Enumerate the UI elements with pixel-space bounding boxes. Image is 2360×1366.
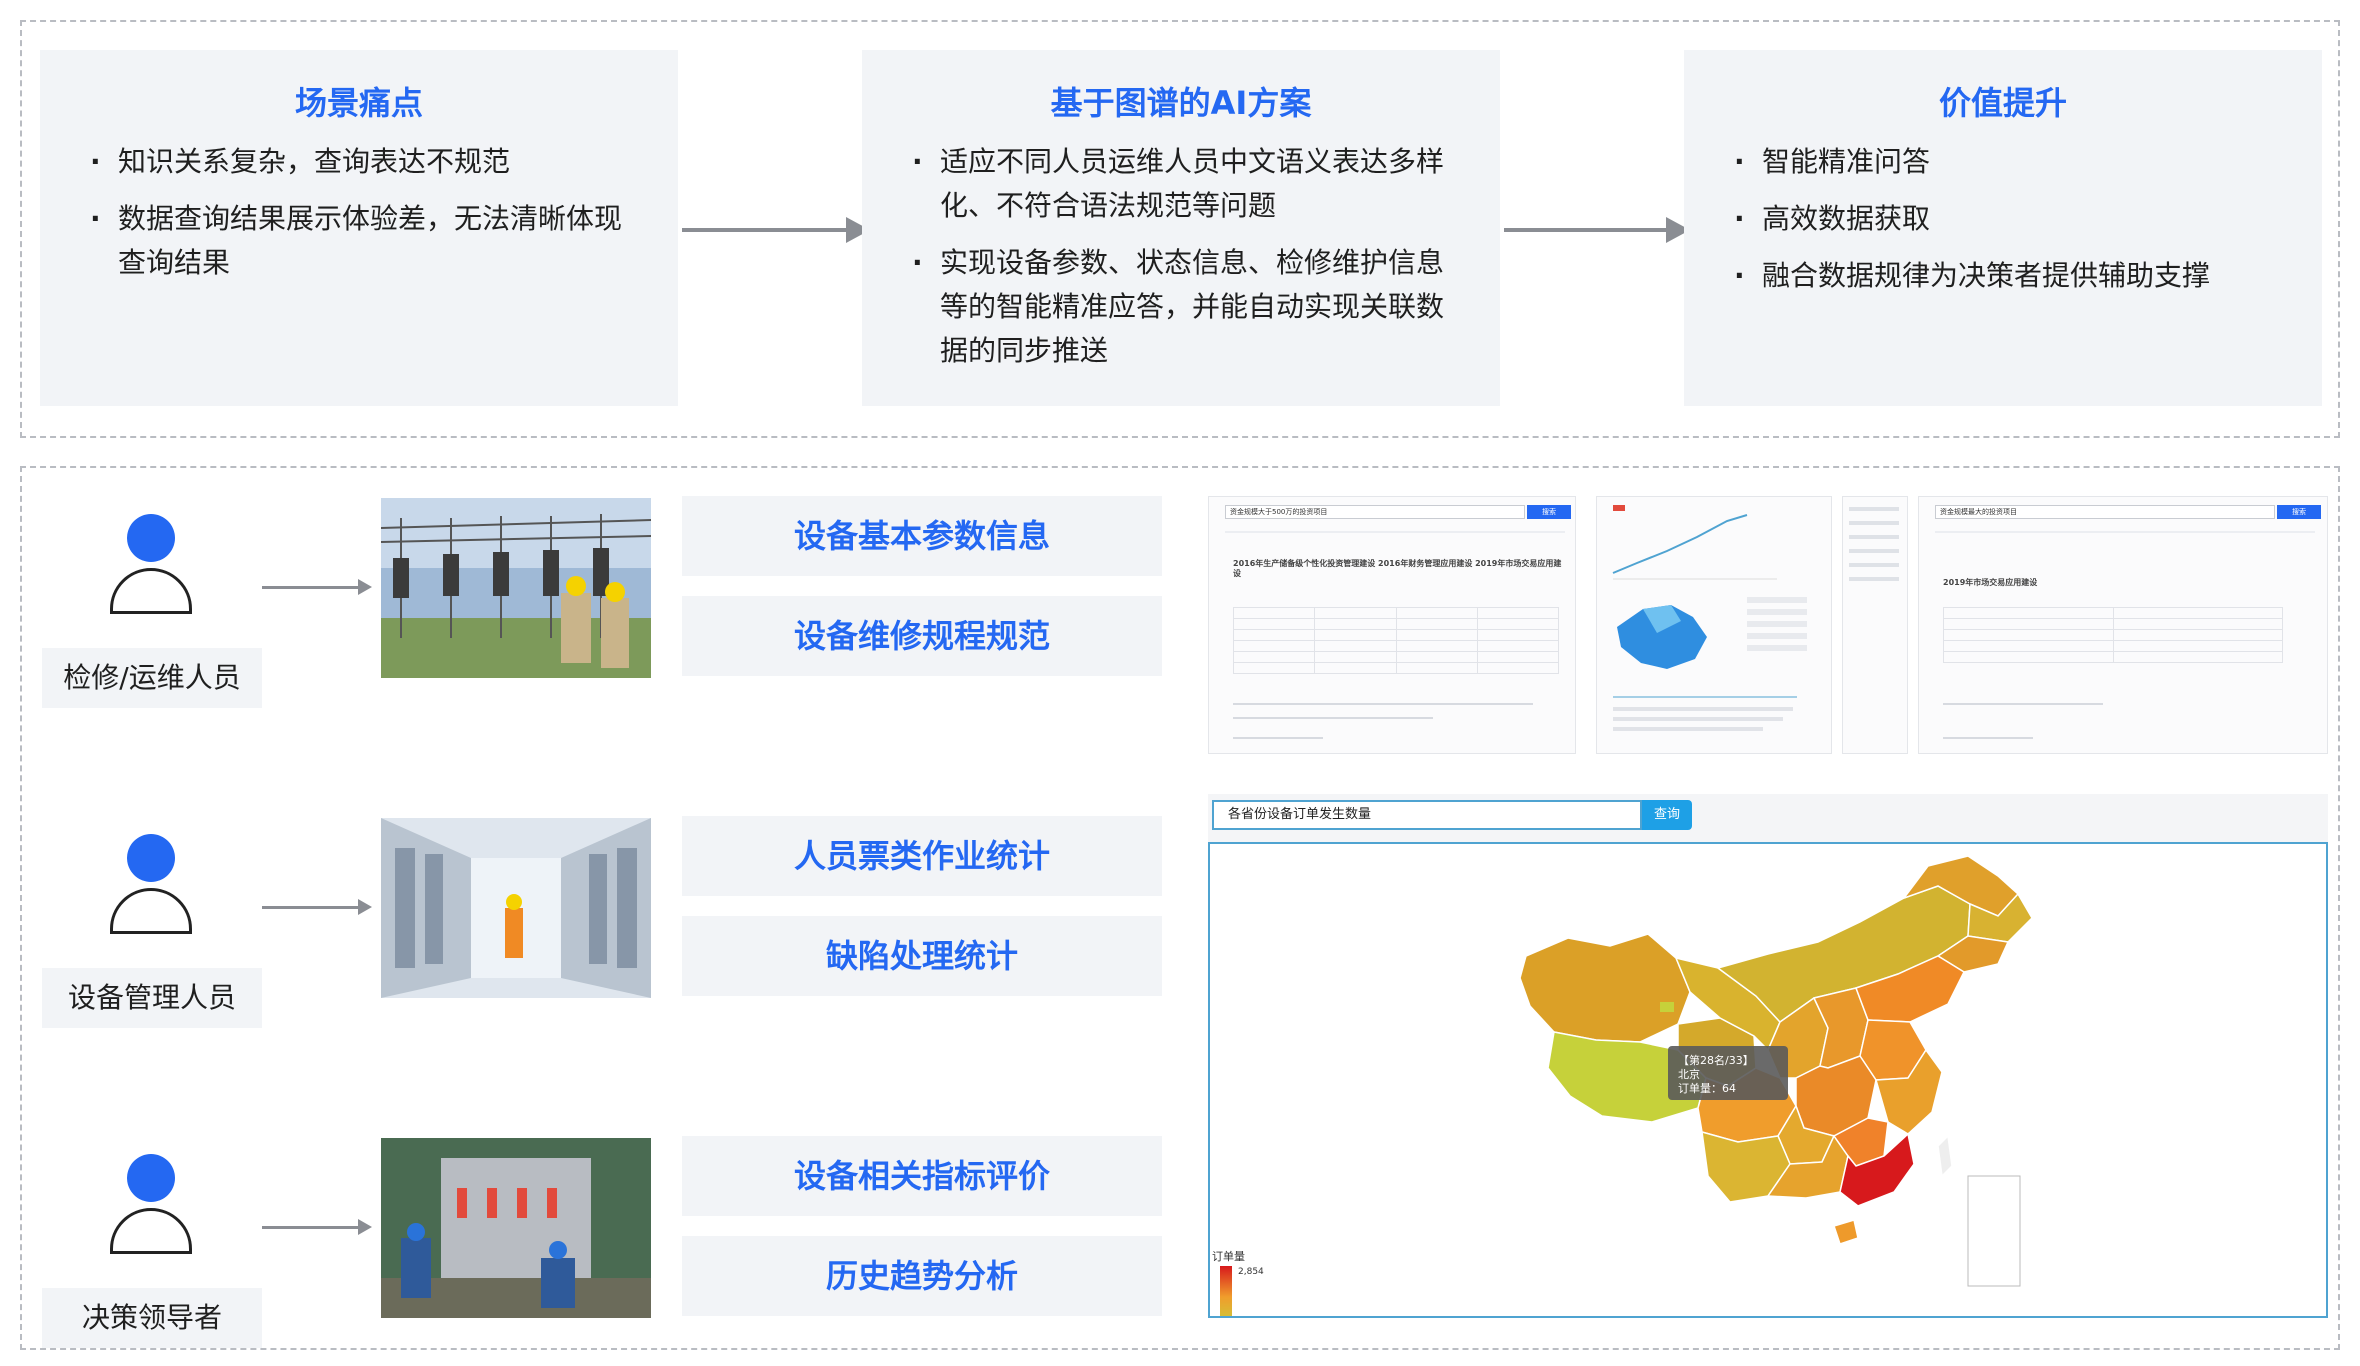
value-item: 智能精准问答 bbox=[1734, 140, 2282, 184]
solution-panel: 基于图谱的AI方案 适应不同人员运维人员中文语义表达多样化、不符合语法规范等问题… bbox=[862, 50, 1500, 406]
mini-search-input: 资金规模大于500万的投资项目 bbox=[1225, 505, 1525, 519]
south-china-sea-inset bbox=[1967, 1175, 2021, 1287]
mini-result-table bbox=[1943, 607, 2283, 663]
feature-indicator-evaluation: 设备相关指标评价 bbox=[682, 1136, 1162, 1216]
person-icon bbox=[42, 834, 262, 954]
map-search-input[interactable]: 各省份设备订单发生数量 bbox=[1212, 800, 1642, 830]
pain-points-panel: 场景痛点 知识关系复杂，查询表达不规范 数据查询结果展示体验差，无法清晰体现查询… bbox=[40, 50, 678, 406]
solution-title: 基于图谱的AI方案 bbox=[1050, 84, 1312, 122]
china-heat-map: 【第28名/33】 北京 订单量：64 订单量 2,854 64 bbox=[1212, 855, 2033, 1316]
feature-defect-statistics: 缺陷处理统计 bbox=[682, 916, 1162, 996]
qa-result-screenshot: 资金规模大于500万的投资项目 搜索 2016年生产储备级个性化投资管理建设 2… bbox=[1208, 496, 1576, 754]
map-tooltip: 【第28名/33】 北京 订单量：64 bbox=[1668, 1046, 1788, 1100]
arrow-icon bbox=[262, 899, 372, 915]
pain-point-item: 知识关系复杂，查询表达不规范 bbox=[90, 140, 638, 184]
arrow-icon bbox=[262, 579, 372, 595]
feature-trend-analysis: 历史趋势分析 bbox=[682, 1236, 1162, 1316]
tooltip-rank: 【第28名/33】 bbox=[1678, 1053, 1754, 1067]
solution-item: 实现设备参数、状态信息、检修维护信息等的智能精准应答，并能自动实现关联数据的同步… bbox=[912, 241, 1460, 373]
switchgear-room-photo bbox=[381, 818, 651, 998]
legend-title: 订单量 bbox=[1212, 1250, 1245, 1263]
mini-result-heading: 2019年市场交易应用建设 bbox=[1943, 578, 2038, 587]
role-maintenance: 检修/运维人员 bbox=[42, 514, 262, 708]
solution-item: 适应不同人员运维人员中文语义表达多样化、不符合语法规范等问题 bbox=[912, 140, 1460, 228]
feature-maintenance-rules: 设备维修规程规范 bbox=[682, 596, 1162, 676]
map-region-beijing-marker bbox=[1660, 1002, 1674, 1012]
map-region-hainan bbox=[1833, 1219, 1859, 1245]
pain-points-list: 知识关系复杂，查询表达不规范 数据查询结果展示体验差，无法清晰体现查询结果 bbox=[90, 140, 638, 298]
tooltip-name: 北京 bbox=[1678, 1067, 1700, 1081]
mini-search-button: 搜索 bbox=[1527, 505, 1571, 519]
arrow-icon bbox=[262, 1219, 372, 1235]
flow-arrow-icon bbox=[1504, 217, 1690, 243]
feature-ticket-statistics: 人员票类作业统计 bbox=[682, 816, 1162, 896]
value-item: 高效数据获取 bbox=[1734, 197, 2282, 241]
role-equipment-manager: 设备管理人员 bbox=[42, 834, 262, 1028]
mini-search-input: 资金规模最大的投资项目 bbox=[1935, 505, 2275, 519]
map-legend: 订单量 2,854 64 bbox=[1212, 1250, 1264, 1316]
mini-search-button: 搜索 bbox=[2277, 505, 2321, 519]
map-region-taiwan bbox=[1937, 1134, 1953, 1178]
mini-dashboard-graphic bbox=[1612, 505, 1807, 731]
role-label: 检修/运维人员 bbox=[42, 648, 262, 708]
flow-arrow-icon bbox=[682, 217, 870, 243]
person-icon bbox=[42, 1154, 262, 1274]
person-icon bbox=[42, 514, 262, 634]
map-query-button[interactable]: 查询 bbox=[1642, 800, 1692, 830]
tooltip-value: 订单量：64 bbox=[1678, 1082, 1736, 1095]
role-label: 决策领导者 bbox=[42, 1288, 262, 1348]
legend-max: 2,854 bbox=[1238, 1267, 1264, 1277]
pain-points-title: 场景痛点 bbox=[294, 84, 423, 122]
legend-gradient-bar bbox=[1220, 1266, 1232, 1316]
mini-result-table bbox=[1232, 607, 1560, 674]
role-label: 设备管理人员 bbox=[42, 968, 262, 1028]
field-work-photo bbox=[381, 1138, 651, 1318]
chart-map-screenshot bbox=[1596, 496, 1832, 754]
value-item: 融合数据规律为决策者提供辅助支撑 bbox=[1734, 254, 2282, 298]
feature-equipment-params: 设备基本参数信息 bbox=[682, 496, 1162, 576]
map-region-xinjiang bbox=[1519, 933, 1691, 1043]
solution-list: 适应不同人员运维人员中文语义表达多样化、不符合语法规范等问题 实现设备参数、状态… bbox=[912, 140, 1460, 386]
sidebar-screenshot bbox=[1842, 496, 1908, 754]
mini-result-heading: 2016年生产储备级个性化投资管理建设 2016年财务管理应用建设 2019年市… bbox=[1233, 559, 1562, 578]
qa-top-result-screenshot: 资金规模最大的投资项目 搜索 2019年市场交易应用建设 bbox=[1918, 496, 2328, 754]
value-list: 智能精准问答 高效数据获取 融合数据规律为决策者提供辅助支撑 bbox=[1734, 140, 2282, 311]
role-decision-maker: 决策领导者 bbox=[42, 1154, 262, 1348]
pain-point-item: 数据查询结果展示体验差，无法清晰体现查询结果 bbox=[90, 197, 638, 285]
value-title: 价值提升 bbox=[1938, 84, 2067, 122]
substation-photo bbox=[381, 498, 651, 678]
value-panel: 价值提升 智能精准问答 高效数据获取 融合数据规律为决策者提供辅助支撑 bbox=[1684, 50, 2322, 406]
